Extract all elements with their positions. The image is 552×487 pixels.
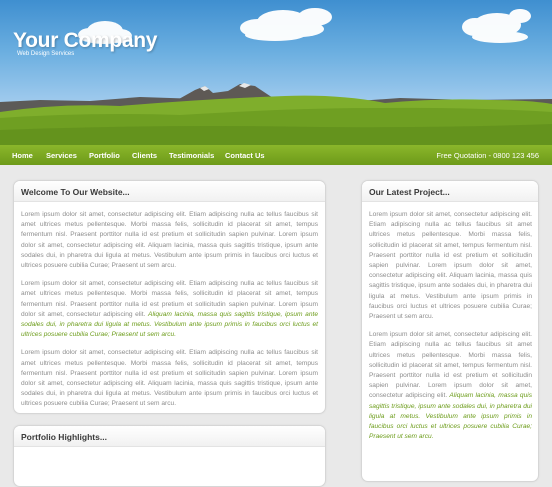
latest-project-panel: Our Latest Project... Lorem ipsum dolor … — [361, 180, 539, 482]
nav-item-testimonials[interactable]: Testimonials — [169, 151, 214, 160]
nav-item-contact-us[interactable]: Contact Us — [225, 151, 265, 160]
portfolio-panel: Portfolio Highlights... — [13, 425, 326, 487]
latest-project-panel-header: Our Latest Project... — [362, 181, 538, 202]
nav-item-services[interactable]: Services — [46, 151, 77, 160]
free-quotation-phone: Free Quotation - 0800 123 456 — [436, 151, 539, 160]
welcome-panel-body: Lorem ipsum dolor sit amet, consectetur … — [14, 202, 325, 410]
nav-item-home[interactable]: Home — [12, 151, 33, 160]
welcome-panel-header: Welcome To Our Website... — [14, 181, 325, 202]
nav-item-clients[interactable]: Clients — [132, 151, 157, 160]
welcome-panel-title: Welcome To Our Website... — [21, 187, 130, 197]
cloud-center — [240, 8, 332, 41]
latest-paragraph-2: Lorem ipsum dolor sit amet, consectetur … — [369, 330, 532, 442]
cloud-right — [462, 9, 531, 43]
portfolio-panel-header: Portfolio Highlights... — [14, 426, 325, 447]
company-logo-title[interactable]: Your Company — [13, 29, 158, 53]
welcome-paragraph-1: Lorem ipsum dolor sit amet, consectetur … — [21, 211, 318, 270]
welcome-paragraph-3: Lorem ipsum dolor sit amet, consectetur … — [21, 349, 318, 408]
welcome-paragraph-2: Lorem ipsum dolor sit amet, consectetur … — [21, 279, 318, 340]
welcome-panel: Welcome To Our Website... Lorem ipsum do… — [13, 180, 326, 414]
latest-paragraph-2-text: Lorem ipsum dolor sit amet, consectetur … — [369, 331, 532, 400]
landscape-illustration — [0, 8, 552, 145]
site-header: Your Company Web Design Services — [0, 0, 552, 145]
latest-project-panel-title: Our Latest Project... — [369, 187, 450, 197]
nav-item-portfolio[interactable]: Portfolio — [89, 151, 120, 160]
latest-paragraph-2-highlight: Aliquam lacinia, massa quis sagittis tri… — [369, 392, 532, 441]
latest-paragraph-1: Lorem ipsum dolor sit amet, consectetur … — [369, 211, 532, 321]
company-tagline: Web Design Services — [17, 51, 75, 57]
portfolio-panel-title: Portfolio Highlights... — [21, 432, 107, 442]
latest-project-panel-body: Lorem ipsum dolor sit amet, consectetur … — [362, 202, 538, 442]
main-nav: Home Services Portfolio Clients Testimon… — [0, 145, 552, 165]
